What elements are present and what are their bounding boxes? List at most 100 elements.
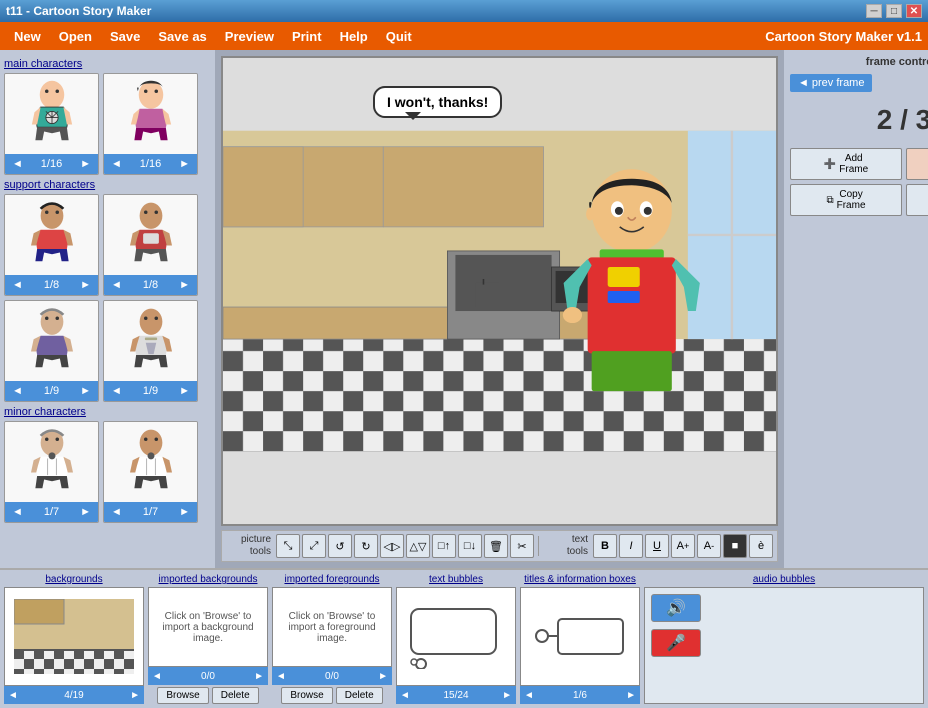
support-char-1-prev[interactable]: ◄ <box>9 279 26 291</box>
menu-quit[interactable]: Quit <box>378 26 420 47</box>
minor-char-2-next[interactable]: ► <box>176 506 193 518</box>
support-char-3[interactable]: ◄ 1/9 ► <box>4 300 99 402</box>
menu-preview[interactable]: Preview <box>217 26 282 47</box>
imported-bg-section: imported backgrounds Click on 'Browse' t… <box>148 574 268 704</box>
imported-bg-counter: 0/0 <box>201 671 215 682</box>
menu-new[interactable]: New <box>6 26 49 47</box>
menu-help[interactable]: Help <box>332 26 376 47</box>
backgrounds-next[interactable]: ► <box>130 690 140 701</box>
delete-frame-button[interactable]: ✕ Delete Frame <box>906 148 928 180</box>
imported-fg-browse[interactable]: Browse <box>281 687 332 704</box>
support-char-4-next[interactable]: ► <box>176 385 193 397</box>
imported-bg-delete[interactable]: Delete <box>212 687 259 704</box>
imported-fg-delete[interactable]: Delete <box>336 687 383 704</box>
backgrounds-content[interactable] <box>4 587 144 686</box>
minimize-button[interactable]: ─ <box>866 4 882 18</box>
story-canvas[interactable]: I won't, thanks! <box>221 56 778 526</box>
imported-fg-nav: ◄ 0/0 ► <box>272 667 392 685</box>
imported-bg-buttons: Browse Delete <box>148 687 268 704</box>
support-char-1-next[interactable]: ► <box>77 279 94 291</box>
main-char-1[interactable]: ◄ 1/16 ► <box>4 73 99 175</box>
app-version: Cartoon Story Maker v1.1 <box>765 29 922 44</box>
copy-frame-button[interactable]: ⧉ Copy Frame <box>790 184 902 216</box>
support-char-2-prev[interactable]: ◄ <box>108 279 125 291</box>
imported-fg-label: imported foregrounds <box>272 574 392 585</box>
support-char-1[interactable]: ◄ 1/8 ► <box>4 194 99 296</box>
minor-char-1-next[interactable]: ► <box>77 506 94 518</box>
text-bubbles-prev[interactable]: ◄ <box>400 690 410 701</box>
tool-flip-v[interactable]: △▽ <box>406 534 430 558</box>
backgrounds-label: backgrounds <box>4 574 144 585</box>
tool-bold[interactable]: B <box>593 534 617 558</box>
close-button[interactable]: ✕ <box>906 4 922 18</box>
tool-delete[interactable]: 🗑 <box>484 534 508 558</box>
tool-rotate-ccw[interactable]: ↺ <box>328 534 352 558</box>
titles-prev[interactable]: ◄ <box>524 690 534 701</box>
tool-flip-h[interactable]: ◁▷ <box>380 534 404 558</box>
tool-expand[interactable]: ⤡ <box>276 534 300 558</box>
frame-nav-row: ◄ prev frame next frame ► <box>790 74 928 92</box>
imported-fg-next[interactable]: ► <box>378 671 388 682</box>
minor-char-2-prev[interactable]: ◄ <box>108 506 125 518</box>
minor-char-1[interactable]: ◄ 1/7 ► <box>4 421 99 523</box>
picture-tools-label: picture tools <box>226 534 271 558</box>
support-char-3-prev[interactable]: ◄ <box>9 385 26 397</box>
minor-char-2-image <box>104 422 197 502</box>
tool-shrink[interactable]: ⤢ <box>302 534 326 558</box>
main-char-2-image <box>104 74 197 154</box>
text-tools-label: text tools <box>543 534 588 558</box>
text-bubbles-content[interactable] <box>396 587 516 686</box>
imported-bg-text: Click on 'Browse' to import a background… <box>149 607 267 648</box>
imported-fg-prev[interactable]: ◄ <box>276 671 286 682</box>
audio-play-btn[interactable]: 🔊 <box>651 594 701 622</box>
tool-color[interactable]: ■ <box>723 534 747 558</box>
paste-frame-button[interactable]: 📋 Paste Frame <box>906 184 928 216</box>
minor-char-2[interactable]: ◄ 1/7 ► <box>103 421 198 523</box>
main-chars-row: ◄ 1/16 ► <box>4 73 211 175</box>
titles-next[interactable]: ► <box>626 690 636 701</box>
imported-bg-next[interactable]: ► <box>254 671 264 682</box>
minor-char-1-prev[interactable]: ◄ <box>9 506 26 518</box>
prev-frame-button[interactable]: ◄ prev frame <box>790 74 872 92</box>
support-char-3-next[interactable]: ► <box>77 385 94 397</box>
imported-bg-label: imported backgrounds <box>148 574 268 585</box>
support-char-2[interactable]: ◄ 1/8 ► <box>103 194 198 296</box>
backgrounds-prev[interactable]: ◄ <box>8 690 18 701</box>
support-char-2-next[interactable]: ► <box>176 279 193 291</box>
backgrounds-preview <box>14 599 134 674</box>
support-char-3-svg <box>17 306 87 376</box>
support-char-4-prev[interactable]: ◄ <box>108 385 125 397</box>
tool-back[interactable]: □↓ <box>458 534 482 558</box>
tool-rotate-cw[interactable]: ↻ <box>354 534 378 558</box>
support-char-4[interactable]: ◄ 1/9 ► <box>103 300 198 402</box>
titles-section: titles & information boxes ◄ 1/6 ► <box>520 574 640 704</box>
imported-bg-browse[interactable]: Browse <box>157 687 208 704</box>
menu-print[interactable]: Print <box>284 26 330 47</box>
titles-label: titles & information boxes <box>520 574 640 585</box>
tool-font-bigger[interactable]: A+ <box>671 534 695 558</box>
tool-forward[interactable]: □↑ <box>432 534 456 558</box>
text-bubbles-next[interactable]: ► <box>502 690 512 701</box>
main-char-2-prev[interactable]: ◄ <box>108 158 125 170</box>
tool-underline[interactable]: U <box>645 534 669 558</box>
menu-open[interactable]: Open <box>51 26 100 47</box>
menu-save[interactable]: Save <box>102 26 148 47</box>
main-char-1-next[interactable]: ► <box>77 158 94 170</box>
speech-bubble[interactable]: I won't, thanks! <box>373 86 502 118</box>
imported-bg-prev[interactable]: ◄ <box>152 671 162 682</box>
tool-special-char[interactable]: è <box>749 534 773 558</box>
speech-text: I won't, thanks! <box>387 94 488 110</box>
tool-italic[interactable]: I <box>619 534 643 558</box>
main-char-2-next[interactable]: ► <box>176 158 193 170</box>
maximize-button[interactable]: □ <box>886 4 902 18</box>
audio-label: audio bubbles <box>644 574 924 585</box>
tool-cut[interactable]: ✂ <box>510 534 534 558</box>
menu-saveas[interactable]: Save as <box>150 26 214 47</box>
titles-content[interactable] <box>520 587 640 686</box>
main-char-2[interactable]: ◄ 1/16 ► <box>103 73 198 175</box>
menu-items: New Open Save Save as Preview Print Help… <box>6 26 420 47</box>
tool-font-smaller[interactable]: A- <box>697 534 721 558</box>
audio-record-btn[interactable]: 🎤 <box>651 629 701 657</box>
main-char-1-prev[interactable]: ◄ <box>9 158 26 170</box>
add-frame-button[interactable]: ➕ Add Frame <box>790 148 902 180</box>
